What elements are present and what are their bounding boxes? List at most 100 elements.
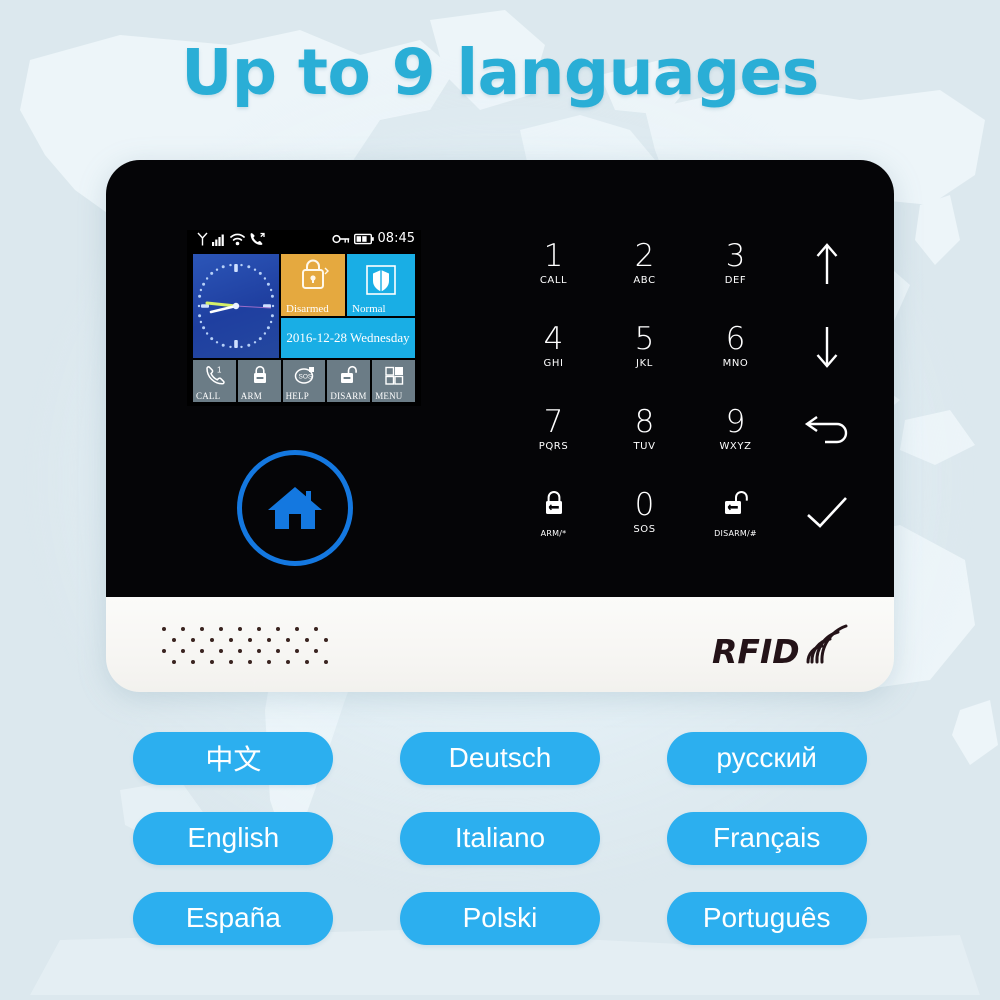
- language-button-pt[interactable]: Português: [666, 891, 867, 945]
- language-button-ru[interactable]: русский: [666, 731, 867, 785]
- key-9-label: WXYZ: [719, 440, 752, 452]
- signal-bars-icon: [212, 234, 224, 246]
- language-button-pl[interactable]: Polski: [399, 891, 600, 945]
- key-5-label: JKL: [636, 357, 653, 369]
- rfid-logo: RFID: [712, 622, 852, 674]
- language-button-it[interactable]: Italiano: [399, 811, 600, 865]
- key-7-digit: 7: [543, 403, 564, 440]
- lcd-func-menu-label: MENU: [375, 391, 403, 401]
- key-7[interactable]: 7 PQRS: [508, 388, 599, 471]
- key-5-digit: 5: [634, 320, 655, 357]
- call-forward-icon: [250, 232, 265, 245]
- language-cell: Polski: [367, 878, 634, 958]
- lock-open-icon: [327, 363, 371, 387]
- language-button-fr[interactable]: Français: [666, 811, 867, 865]
- alarm-panel-device: 08:45 Disarmed Normal 2016-12-28 Wednesd…: [106, 160, 894, 692]
- language-button-zh[interactable]: 中文: [133, 731, 334, 785]
- battery-icon: [353, 233, 374, 245]
- lcd-tile-date[interactable]: 2016-12-28 Wednesday: [281, 318, 415, 358]
- lock-closed-icon: [539, 485, 569, 525]
- key-disarm-label: DISARM/#: [714, 529, 757, 538]
- key-6[interactable]: 6 MNO: [690, 305, 781, 388]
- key-2-label: ABC: [633, 274, 656, 286]
- home-icon: [268, 487, 322, 529]
- page-title: Up to 9 languages: [181, 36, 819, 109]
- key-9[interactable]: 9 WXYZ: [690, 388, 781, 471]
- key-disarm[interactable]: DISARM/#: [690, 471, 781, 554]
- key-4-label: GHI: [543, 357, 564, 369]
- key-arm[interactable]: ARM/*: [508, 471, 599, 554]
- key-3-digit: 3: [725, 237, 746, 274]
- arrow-up-icon: [813, 242, 841, 284]
- antenna-icon: [197, 232, 208, 246]
- key-6-digit: 6: [725, 320, 746, 357]
- lcd-clock-time: 08:45: [377, 231, 415, 246]
- home-button[interactable]: [237, 450, 353, 566]
- key-2-digit: 2: [634, 237, 655, 274]
- language-cell: España: [100, 878, 367, 958]
- key-down[interactable]: [781, 305, 872, 388]
- key-9-digit: 9: [725, 403, 746, 440]
- key-1-digit: 1: [543, 237, 564, 274]
- key-7-label: PQRS: [538, 440, 569, 452]
- lcd-func-arm[interactable]: ARM: [237, 360, 282, 402]
- lcd-func-help-label: HELP: [285, 391, 309, 401]
- lcd-system-mode-label: Normal: [352, 303, 386, 315]
- language-cell: Português: [633, 878, 900, 958]
- key-0-label: SOS: [633, 523, 656, 535]
- lcd-tile-arm-status[interactable]: Disarmed: [281, 254, 345, 316]
- lcd-func-disarm[interactable]: DISARM: [327, 360, 371, 402]
- key-arm-label: ARM/*: [540, 529, 567, 538]
- key-up[interactable]: [781, 222, 872, 305]
- lcd-func-call[interactable]: 1 CALL: [193, 360, 236, 402]
- rfid-waves-icon: [806, 624, 848, 664]
- analog-clock-icon: [197, 263, 275, 349]
- lock-closed-icon: [238, 363, 282, 387]
- svg-text:SOS: SOS: [298, 374, 312, 381]
- status-bar-right-icons: 08:45: [331, 231, 415, 246]
- language-button-es[interactable]: España: [133, 891, 334, 945]
- lcd-func-help[interactable]: SOS HELP: [282, 360, 327, 402]
- wifi-icon: [230, 233, 245, 246]
- svg-text:1: 1: [217, 366, 222, 375]
- lcd-func-arm-label: ARM: [240, 391, 262, 401]
- back-arrow-icon: [803, 410, 851, 450]
- key-3[interactable]: 3 DEF: [690, 222, 781, 305]
- language-cell: русский: [633, 718, 900, 798]
- check-icon: [804, 493, 850, 533]
- key-8-label: TUV: [633, 440, 656, 452]
- rfid-logo-text: RFID: [712, 632, 800, 671]
- key-1-label: CALL: [539, 274, 568, 286]
- sos-icon: SOS: [283, 363, 327, 387]
- lcd-tile-system-mode[interactable]: Normal: [347, 254, 415, 316]
- lcd-function-bar: 1 CALL ARM SOS HELP DISARM MENU: [193, 360, 415, 402]
- keypad: 1 CALL 2 ABC 3 DEF 4 GHI 5 JKL 6 MNO 7 P…: [508, 222, 872, 554]
- key-1[interactable]: 1 CALL: [508, 222, 599, 305]
- lock-closed-icon: [302, 259, 329, 289]
- lcd-tile-grid: Disarmed Normal 2016-12-28 Wednesday: [193, 254, 415, 358]
- key-6-label: MNO: [722, 357, 749, 369]
- language-cell: Deutsch: [367, 718, 634, 798]
- key-4[interactable]: 4 GHI: [508, 305, 599, 388]
- language-cell: Français: [633, 798, 900, 878]
- lcd-arm-status-label: Disarmed: [286, 303, 329, 315]
- lcd-screen: 08:45 Disarmed Normal 2016-12-28 Wednesd…: [187, 230, 421, 406]
- key-8[interactable]: 8 TUV: [599, 388, 690, 471]
- status-bar-left-icons: [197, 232, 265, 246]
- lcd-func-menu[interactable]: MENU: [372, 360, 415, 402]
- lcd-date-label: 2016-12-28 Wednesday: [286, 330, 410, 345]
- phone-icon: 1: [193, 363, 237, 387]
- key-0[interactable]: 0 SOS: [599, 471, 690, 554]
- key-confirm[interactable]: [781, 471, 872, 554]
- key-back[interactable]: [781, 388, 872, 471]
- language-cell: English: [100, 798, 367, 878]
- language-button-en[interactable]: English: [133, 811, 334, 865]
- lcd-tile-clock[interactable]: [193, 254, 279, 358]
- language-button-de[interactable]: Deutsch: [399, 731, 600, 785]
- page-root: Up to 9 languages 08:45 Disarmed Normal …: [0, 0, 1000, 1000]
- language-list: 中文 Deutsch русский English Italiano Fran…: [100, 718, 900, 958]
- key-4-digit: 4: [543, 320, 564, 357]
- key-5[interactable]: 5 JKL: [599, 305, 690, 388]
- key-2[interactable]: 2 ABC: [599, 222, 690, 305]
- key-icon: [331, 234, 349, 244]
